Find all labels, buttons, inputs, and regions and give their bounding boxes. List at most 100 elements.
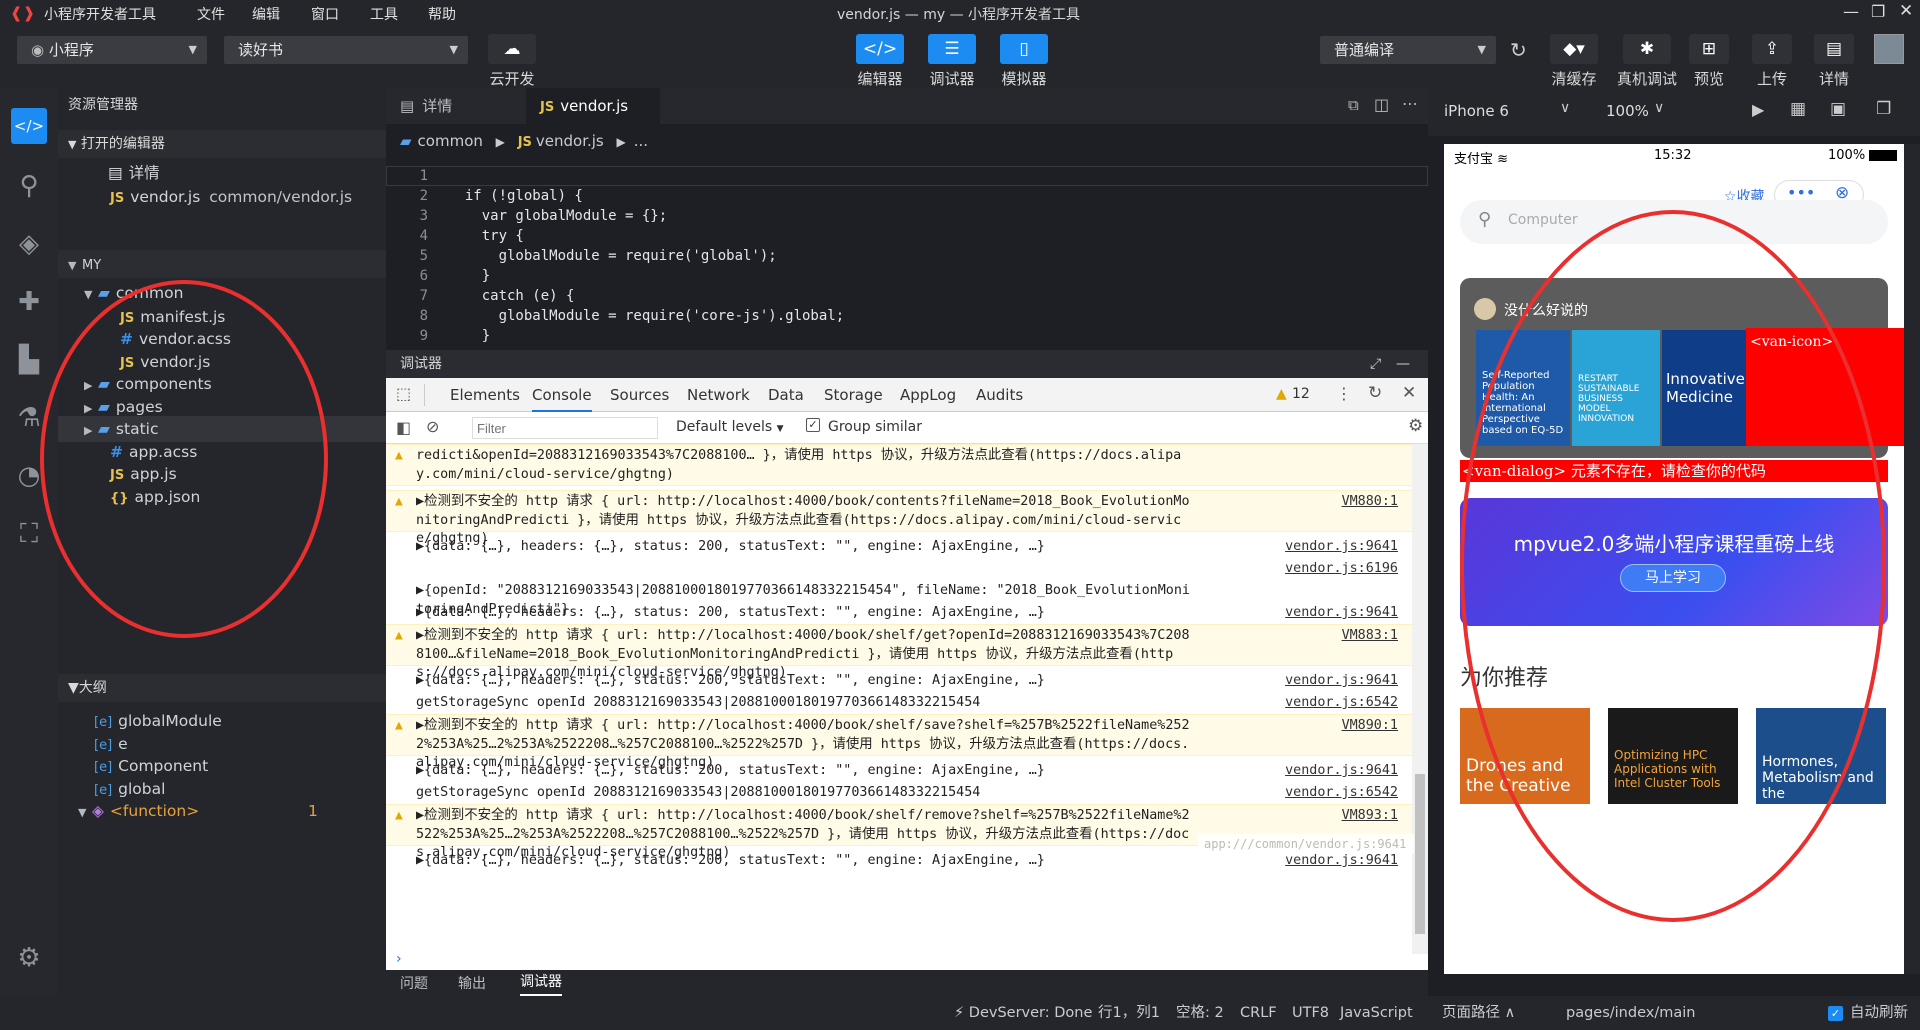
git-icon[interactable]: ◈ <box>11 226 47 262</box>
indent-setting[interactable]: 空格: 2 <box>1176 996 1224 1030</box>
console-source-link[interactable]: vendor.js:9641 <box>1285 604 1398 623</box>
console-warning-row[interactable]: ▲ ▶检测到不安全的 http 请求 { url: http://localhos… <box>386 714 1412 770</box>
code-line[interactable]: 8 globalModule = require('core-js').glob… <box>386 306 1428 326</box>
more-icon[interactable]: ⋯ <box>1402 94 1418 113</box>
console-prompt[interactable]: › <box>386 951 1428 970</box>
mode-select[interactable]: ◉ 小程序 ▼ <box>17 36 207 64</box>
devserver-status[interactable]: ⚡ DevServer: Done <box>954 996 1092 1030</box>
close-panel-icon[interactable]: ✕ <box>1402 383 1416 403</box>
tab-elements[interactable]: Elements <box>450 378 520 412</box>
console-log-row[interactable]: ▶{data: {…}, headers: {…}, status: 200, … <box>386 602 1412 624</box>
cloud-dev-button[interactable]: ☁ 云开发 <box>484 34 540 89</box>
console-source-link[interactable]: vendor.js:6542 <box>1285 694 1398 713</box>
clear-cache-button[interactable]: ◆▾ 清缓存 <box>1546 34 1602 89</box>
user-avatar[interactable] <box>1874 34 1904 64</box>
compile-select[interactable]: 普通编译 ▼ <box>1320 36 1496 64</box>
open-editor-item-vendor[interactable]: JS vendor.js common/vendor.js <box>110 184 352 212</box>
extensions-icon[interactable]: ✚ <box>11 284 47 320</box>
preview-button[interactable]: ⊞ 预览 <box>1684 34 1734 89</box>
clear-console-icon[interactable]: ⊘ <box>426 417 439 436</box>
console-source-link[interactable]: VM883:1 <box>1342 627 1398 646</box>
code-line[interactable]: 5 globalModule = require('global'); <box>386 246 1428 266</box>
tab-output[interactable]: 输出 <box>458 970 486 998</box>
log-levels-select[interactable]: Default levels ▼ <box>676 419 784 435</box>
code-line[interactable]: 7 catch (e) { <box>386 286 1428 306</box>
sidebar-toggle-icon[interactable]: ◧ <box>396 418 411 437</box>
editor-toggle-button[interactable]: </> 编辑器 <box>852 34 908 89</box>
tab-problems[interactable]: 问题 <box>400 970 428 998</box>
explorer-icon[interactable]: </> <box>11 108 47 144</box>
console-warning-row[interactable]: ▲ redicti&openId=2088312169033543%7C20881… <box>386 444 1412 486</box>
tab-debugger[interactable]: 调试器 <box>520 970 562 996</box>
zoom-select[interactable]: 100% <box>1606 102 1649 120</box>
menu-help[interactable]: 帮助 <box>428 4 456 24</box>
console-filter-input[interactable] <box>472 417 658 439</box>
eol-setting[interactable]: CRLF <box>1240 996 1277 1030</box>
breadcrumb-symbol[interactable]: ... <box>634 132 648 150</box>
scan-icon[interactable]: ⛶ <box>11 516 47 552</box>
tab-details[interactable]: ▤ 详情 <box>386 88 526 124</box>
code-line[interactable]: 2 if (!global) { <box>386 186 1428 206</box>
console-log-row[interactable]: ▶{data: {…}, headers: {…}, status: 200, … <box>386 536 1412 558</box>
menu-window[interactable]: 窗口 <box>311 4 339 24</box>
chevron-down-icon[interactable]: ∨ <box>1654 100 1664 116</box>
tab-storage[interactable]: Storage <box>824 378 883 412</box>
console-source-link[interactable]: vendor.js:6196 <box>1285 560 1398 579</box>
tab-console[interactable]: Console <box>532 378 592 412</box>
console-log-row[interactable]: ▶{data: {…}, headers: {…}, status: 200, … <box>386 670 1412 692</box>
reload-icon[interactable]: ↻ <box>1368 383 1382 403</box>
menu-tools[interactable]: 工具 <box>370 4 398 24</box>
code-line[interactable]: 1 <box>386 166 1428 186</box>
chevron-down-icon[interactable]: ∨ <box>1560 100 1570 116</box>
console-source-link[interactable]: vendor.js:6542 <box>1285 784 1398 803</box>
console-source-link[interactable]: VM893:1 <box>1342 807 1398 826</box>
project-select[interactable]: 读好书 ▼ <box>224 36 468 64</box>
outline-header[interactable]: ▼大纲 <box>58 674 386 702</box>
encoding-setting[interactable]: UTF8 <box>1292 996 1329 1030</box>
split-editor-icon[interactable]: ◫ <box>1374 95 1389 114</box>
console-source-link[interactable]: vendor.js:9641 <box>1285 852 1398 871</box>
console-scrollbar[interactable] <box>1412 444 1428 954</box>
menu-file[interactable]: 文件 <box>197 4 225 24</box>
tab-data[interactable]: Data <box>768 378 804 412</box>
minimize-panel-icon[interactable]: — <box>1396 350 1410 378</box>
grid-icon[interactable]: ▦ <box>1790 99 1806 119</box>
restore-icon[interactable]: ❐ <box>1871 2 1885 21</box>
tab-applog[interactable]: AppLog <box>900 378 956 412</box>
group-similar-checkbox[interactable]: ✓ <box>806 418 820 432</box>
simulator-toggle-button[interactable]: ▯ 模拟器 <box>996 34 1052 89</box>
tab-network[interactable]: Network <box>687 378 750 412</box>
layout-icon[interactable]: ▙ <box>11 342 47 378</box>
warning-count[interactable]: 12 <box>1292 386 1310 402</box>
console-log-row[interactable]: ▶{data: {…}, headers: {…}, status: 200, … <box>386 760 1412 782</box>
console-settings-icon[interactable]: ⚙ <box>1408 416 1423 436</box>
more-vertical-icon[interactable]: ⋮ <box>1336 384 1352 403</box>
close-icon[interactable]: ✕ <box>1899 1 1913 21</box>
code-line[interactable]: 6 } <box>386 266 1428 286</box>
console-warning-row[interactable]: ▲ ▶检测到不安全的 http 请求 { url: http://localhos… <box>386 490 1412 546</box>
console-log-row[interactable]: getStorageSync openId 2088312169033543|2… <box>386 692 1412 714</box>
debugger-toggle-button[interactable]: ☰ 调试器 <box>924 34 980 89</box>
console-log-row[interactable]: getStorageSync openId 2088312169033543|2… <box>386 782 1412 804</box>
tab-sources[interactable]: Sources <box>610 378 669 412</box>
open-editor-item-details[interactable]: ▤ 详情 <box>108 160 160 186</box>
code-line[interactable]: 3 var globalModule = {}; <box>386 206 1428 226</box>
expand-icon[interactable]: ⤢ <box>1370 350 1381 378</box>
code-line[interactable]: 9 } <box>386 326 1428 346</box>
language-mode[interactable]: JavaScript <box>1340 996 1413 1030</box>
console-source-link[interactable]: VM880:1 <box>1342 493 1398 512</box>
code-line[interactable]: 4 try { <box>386 226 1428 246</box>
project-header[interactable]: ▼ MY <box>58 250 386 278</box>
breadcrumb-folder[interactable]: common <box>418 132 483 150</box>
inspect-icon[interactable]: ⬚ <box>396 384 411 403</box>
tab-vendor-js[interactable]: JS vendor.js <box>526 88 660 124</box>
device-select[interactable]: iPhone 6 <box>1444 102 1509 120</box>
auto-refresh-checkbox[interactable]: ✓ <box>1828 1006 1843 1021</box>
breadcrumb-file[interactable]: vendor.js <box>536 132 604 150</box>
outline-item-function[interactable]: ▼ ◈ <function> 1 <box>78 798 318 826</box>
details-button[interactable]: ▤ 详情 <box>1808 34 1860 89</box>
tab-audits[interactable]: Audits <box>976 378 1023 412</box>
upload-button[interactable]: ⇪ 上传 <box>1746 34 1798 89</box>
console-log-row[interactable]: ▶{openId: "2088312169033543|208810001801… <box>386 580 1412 617</box>
settings-gear-icon[interactable]: ⚙ <box>11 940 47 976</box>
